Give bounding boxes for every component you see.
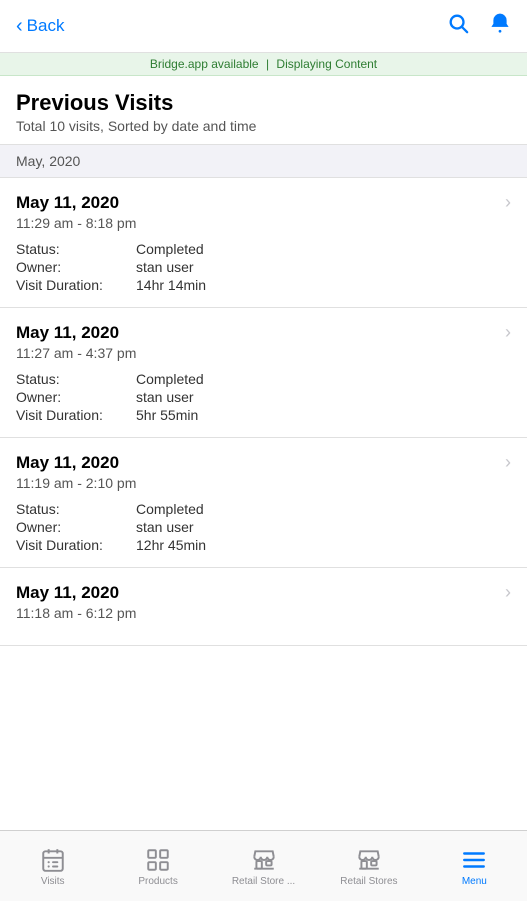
- search-icon[interactable]: [447, 12, 469, 40]
- visit-date: May 11, 2020: [16, 323, 119, 343]
- owner-value: stan user: [136, 259, 511, 275]
- duration-label: Visit Duration:: [16, 537, 136, 553]
- chevron-right-icon: ›: [505, 322, 511, 343]
- banner: Bridge.app available | Displaying Conten…: [0, 53, 527, 76]
- tab-products-label: Products: [138, 876, 177, 887]
- banner-left-text: Bridge.app available: [150, 57, 259, 71]
- visit-item-1[interactable]: May 11, 2020 › 11:27 am - 4:37 pm Status…: [0, 308, 527, 438]
- visit-item-3[interactable]: May 11, 2020 › 11:18 am - 6:12 pm: [0, 568, 527, 646]
- duration-value: 12hr 45min: [136, 537, 511, 553]
- bell-icon[interactable]: [489, 12, 511, 40]
- duration-value: 5hr 55min: [136, 407, 511, 423]
- banner-right-text: Displaying Content: [276, 57, 377, 71]
- tab-retail-store[interactable]: Retail Store ...: [211, 831, 316, 901]
- header: ‹ Back: [0, 0, 527, 53]
- retail-store-icon: [251, 847, 277, 873]
- visit-details: Status: Completed Owner: stan user Visit…: [16, 501, 511, 553]
- status-label: Status:: [16, 241, 136, 257]
- duration-label: Visit Duration:: [16, 277, 136, 293]
- visit-time: 11:27 am - 4:37 pm: [16, 345, 511, 361]
- tab-retail-stores-label: Retail Stores: [340, 876, 397, 887]
- owner-value: stan user: [136, 519, 511, 535]
- header-icons: [447, 12, 511, 40]
- visit-item-0[interactable]: May 11, 2020 › 11:29 am - 8:18 pm Status…: [0, 178, 527, 308]
- chevron-right-icon: ›: [505, 582, 511, 603]
- status-value: Completed: [136, 501, 511, 517]
- visit-details: Status: Completed Owner: stan user Visit…: [16, 241, 511, 293]
- status-value: Completed: [136, 241, 511, 257]
- chevron-right-icon: ›: [505, 192, 511, 213]
- visit-header: May 11, 2020 ›: [16, 192, 511, 213]
- visit-date: May 11, 2020: [16, 193, 119, 213]
- visit-header: May 11, 2020 ›: [16, 452, 511, 473]
- main-content: Previous Visits Total 10 visits, Sorted …: [0, 76, 527, 717]
- menu-icon: [461, 847, 487, 873]
- tab-bar: Visits Products Retail Store ...: [0, 830, 527, 901]
- tab-menu-label: Menu: [462, 876, 487, 887]
- month-header: May, 2020: [0, 145, 527, 178]
- retail-stores-icon: [356, 847, 382, 873]
- page-title: Previous Visits: [16, 90, 511, 116]
- visit-date: May 11, 2020: [16, 583, 119, 603]
- tab-menu[interactable]: Menu: [422, 831, 527, 901]
- page-subtitle: Total 10 visits, Sorted by date and time: [16, 118, 511, 134]
- tab-visits[interactable]: Visits: [0, 831, 105, 901]
- page-title-section: Previous Visits Total 10 visits, Sorted …: [0, 76, 527, 145]
- visit-details: Status: Completed Owner: stan user Visit…: [16, 371, 511, 423]
- back-label: Back: [27, 16, 65, 36]
- visit-header: May 11, 2020 ›: [16, 322, 511, 343]
- products-icon: [145, 847, 171, 873]
- visit-date: May 11, 2020: [16, 453, 119, 473]
- duration-label: Visit Duration:: [16, 407, 136, 423]
- tab-visits-label: Visits: [41, 876, 65, 887]
- visits-icon: [40, 847, 66, 873]
- visit-time: 11:29 am - 8:18 pm: [16, 215, 511, 231]
- owner-label: Owner:: [16, 519, 136, 535]
- duration-value: 14hr 14min: [136, 277, 511, 293]
- status-label: Status:: [16, 371, 136, 387]
- status-value: Completed: [136, 371, 511, 387]
- back-button[interactable]: ‹ Back: [16, 15, 64, 38]
- visit-time: 11:18 am - 6:12 pm: [16, 605, 511, 621]
- visit-header: May 11, 2020 ›: [16, 582, 511, 603]
- banner-separator: |: [266, 57, 269, 71]
- visit-time: 11:19 am - 2:10 pm: [16, 475, 511, 491]
- status-label: Status:: [16, 501, 136, 517]
- tab-retail-store-label: Retail Store ...: [232, 876, 295, 887]
- owner-label: Owner:: [16, 389, 136, 405]
- owner-value: stan user: [136, 389, 511, 405]
- chevron-left-icon: ‹: [16, 15, 23, 38]
- tab-retail-stores[interactable]: Retail Stores: [316, 831, 421, 901]
- visits-list: May 11, 2020 › 11:29 am - 8:18 pm Status…: [0, 178, 527, 646]
- visit-item-2[interactable]: May 11, 2020 › 11:19 am - 2:10 pm Status…: [0, 438, 527, 568]
- tab-products[interactable]: Products: [105, 831, 210, 901]
- owner-label: Owner:: [16, 259, 136, 275]
- chevron-right-icon: ›: [505, 452, 511, 473]
